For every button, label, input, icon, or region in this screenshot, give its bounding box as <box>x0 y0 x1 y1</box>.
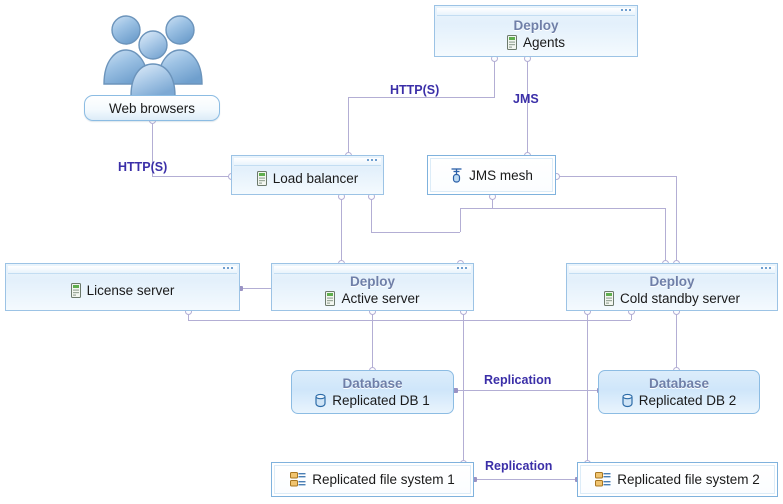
jms-mesh-inner: JMS mesh <box>430 158 553 192</box>
filesystem-icon <box>595 472 611 487</box>
server-icon <box>603 291 614 306</box>
connector-active-fs1 <box>463 311 464 463</box>
file-system-2-label: Replicated file system 2 <box>617 472 760 487</box>
jms-mesh-label: JMS mesh <box>469 167 533 183</box>
active-server-titlebar <box>274 266 471 274</box>
connector-db-replication <box>455 390 600 391</box>
cold-standby-body: Deploy Cold standby server <box>569 274 775 307</box>
server-icon <box>506 35 517 50</box>
cold-standby-label-row: Cold standby server <box>603 290 741 307</box>
agents-body: Deploy Agents <box>437 16 635 53</box>
node-database-2[interactable]: Database Replicated DB 2 <box>598 370 760 414</box>
load-balancer-titlebar <box>234 158 381 166</box>
label-http-browsers: HTTP(S) <box>118 160 168 174</box>
server-icon <box>256 171 267 186</box>
agents-label: Agents <box>522 35 566 50</box>
connector-browsers-lb-horizontal <box>152 176 231 177</box>
server-icon <box>70 283 81 298</box>
database-icon <box>622 393 633 408</box>
users-icon <box>100 8 206 97</box>
license-server-body: License server <box>8 274 237 307</box>
web-browsers-label: Web browsers <box>108 100 196 116</box>
load-balancer-body: Load balancer <box>234 166 381 191</box>
node-file-system-2[interactable]: Replicated file system 2 <box>577 462 778 497</box>
connector-agents-lb-h <box>348 97 495 98</box>
active-server-dots-icon <box>457 267 467 269</box>
agents-label-row: Agents <box>506 34 566 51</box>
server-icon <box>325 291 336 306</box>
connector-agents-jms <box>527 58 528 155</box>
license-server-dots-icon <box>223 267 233 269</box>
label-fs-replication: Replication <box>485 459 553 473</box>
connector-bus-h <box>188 320 631 321</box>
diagram-canvas: HTTP(S) HTTP(S) JMS Replication Replicat… <box>0 0 783 504</box>
filesystem-icon <box>290 472 306 487</box>
node-load-balancer[interactable]: Load balancer <box>231 155 384 195</box>
database-1-label-row: Replicated DB 1 <box>315 392 430 409</box>
connector-fs-replication <box>474 479 578 480</box>
connector-lb-active-v <box>341 196 342 263</box>
connector-lb-standby-h <box>371 232 460 233</box>
database-icon <box>315 393 326 408</box>
connector-jms-active-h <box>460 208 665 209</box>
database-2-label-row: Replicated DB 2 <box>622 392 737 409</box>
cold-standby-dots-icon <box>761 267 771 269</box>
active-server-body: Deploy Active server <box>274 274 471 307</box>
license-server-label-row: License server <box>70 282 175 299</box>
node-jms-mesh[interactable]: JMS mesh <box>427 155 556 195</box>
label-db-replication: Replication <box>484 373 552 387</box>
connector-agents-lb-v1 <box>494 58 495 97</box>
database-2-label: Replicated DB 2 <box>638 392 737 408</box>
node-active-server[interactable]: Deploy Active server <box>271 263 474 311</box>
node-agents[interactable]: Deploy Agents <box>434 5 638 57</box>
jms-mesh-label-row: JMS mesh <box>450 167 533 184</box>
file-system-1-inner: Replicated file system 1 <box>274 465 471 494</box>
node-license-server[interactable]: License server <box>5 263 240 311</box>
license-server-titlebar <box>8 266 237 274</box>
cold-standby-stereotype: Deploy <box>649 274 695 289</box>
connector-active-db1 <box>372 311 373 370</box>
label-http-agents: HTTP(S) <box>390 83 440 97</box>
connector-lb-standby-v2 <box>460 208 461 232</box>
connector-jms-right-v <box>676 176 677 263</box>
connector-jms-standby-v <box>665 208 666 263</box>
agents-dots-icon <box>621 9 631 11</box>
agents-stereotype: Deploy <box>513 18 559 33</box>
load-balancer-label-row: Load balancer <box>256 170 359 187</box>
connector-lb-standby-v1 <box>371 196 372 232</box>
load-balancer-dots-icon <box>367 159 377 161</box>
jms-mesh-icon <box>450 167 463 183</box>
active-server-label: Active server <box>341 291 420 306</box>
connector-license-active <box>240 288 273 289</box>
load-balancer-label: Load balancer <box>272 171 359 186</box>
file-system-1-label-row: Replicated file system 1 <box>290 471 455 488</box>
connector-standby-fs2 <box>587 311 588 463</box>
cold-standby-titlebar <box>569 266 775 274</box>
connector-agents-lb-v2 <box>348 97 349 155</box>
file-system-2-inner: Replicated file system 2 <box>580 465 775 494</box>
node-web-browsers[interactable]: Web browsers <box>84 95 220 121</box>
active-server-stereotype: Deploy <box>349 274 395 289</box>
file-system-2-label-row: Replicated file system 2 <box>595 471 760 488</box>
database-1-label: Replicated DB 1 <box>332 392 430 408</box>
node-cold-standby-server[interactable]: Deploy Cold standby server <box>566 263 778 311</box>
license-server-label: License server <box>86 283 175 298</box>
connector-jms-right-h <box>556 176 676 177</box>
file-system-1-label: Replicated file system 1 <box>312 472 455 487</box>
database-1-stereotype: Database <box>342 375 403 391</box>
label-jms: JMS <box>513 92 539 106</box>
node-file-system-1[interactable]: Replicated file system 1 <box>271 462 474 497</box>
connector-standby-db2 <box>676 311 677 370</box>
agents-titlebar <box>437 8 635 16</box>
node-database-1[interactable]: Database Replicated DB 1 <box>291 370 454 414</box>
active-server-label-row: Active server <box>325 290 420 307</box>
database-2-stereotype: Database <box>648 375 710 391</box>
cold-standby-label: Cold standby server <box>619 291 741 306</box>
